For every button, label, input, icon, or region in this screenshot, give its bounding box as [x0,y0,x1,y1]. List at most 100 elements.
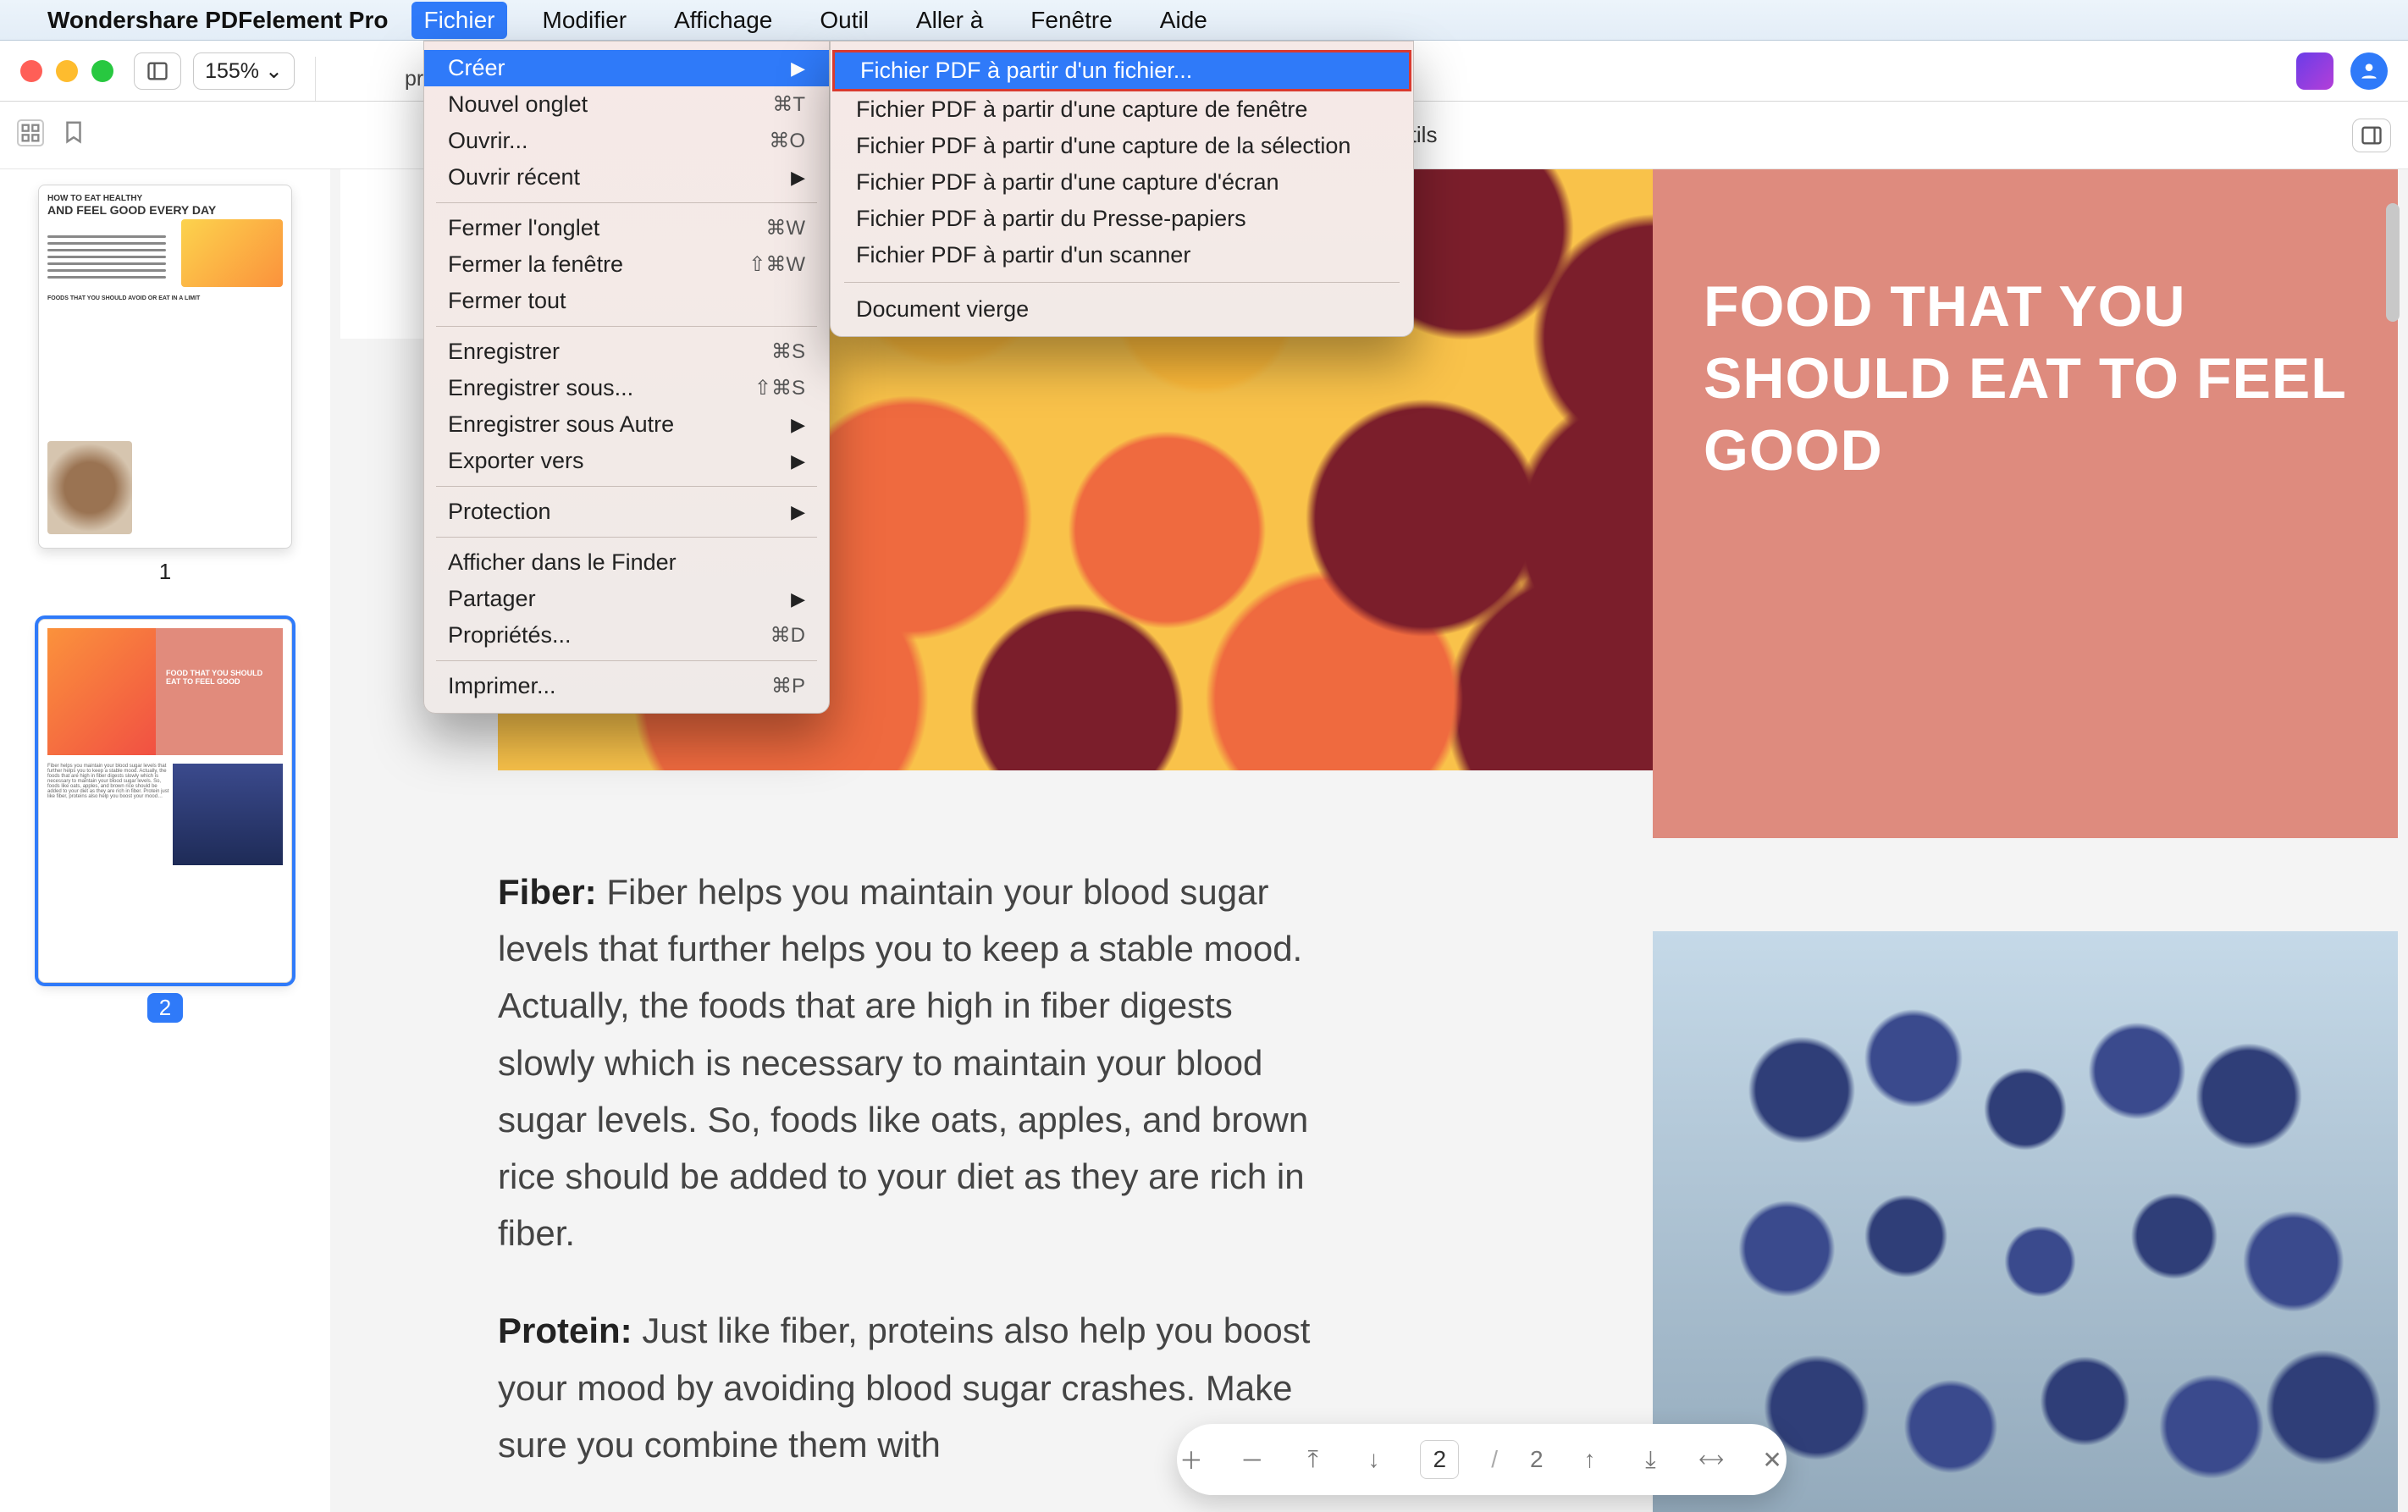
submenu-arrow-icon: ▶ [791,501,805,523]
panel-toggle-button[interactable] [2352,119,2391,152]
create-submenu-item-4[interactable]: Fichier PDF à partir du Presse-papiers [831,201,1413,237]
menu-aide[interactable]: Aide [1148,2,1219,39]
file-menu-label-18: Propriétés... [448,622,572,648]
file-menu-shortcut-2: ⌘O [769,129,805,153]
file-menu-item-0[interactable]: Créer▶ [424,50,829,86]
create-submenu-label-2: Fichier PDF à partir d'une capture de la… [856,133,1350,159]
file-menu-item-14[interactable]: Protection ▶ [424,494,829,530]
file-menu-item-1[interactable]: Nouvel onglet ⌘T [424,86,829,123]
create-submenu-label-5: Fichier PDF à partir d'un scanner [856,242,1190,268]
menu-fenetre[interactable]: Fenêtre [1019,2,1124,39]
app-tile-icon[interactable] [2296,52,2333,90]
page-navigator: ＋ － ⤒ ↓ 2 / 2 ↑ ⤓ ⤢ ✕ [1177,1424,1787,1495]
first-page-icon[interactable]: ⤒ [1299,1445,1328,1474]
thumbnail-grid-icon[interactable] [17,119,44,146]
file-menu-label-20: Imprimer... [448,673,556,699]
file-menu-item-20[interactable]: Imprimer... ⌘P [424,668,829,704]
file-menu-item-11[interactable]: Enregistrer sous Autre▶ [424,406,829,443]
thumb2-hero-title: FOOD THAT YOU SHOULD EAT TO FEEL GOOD [166,669,276,686]
sidebar-toggle-button[interactable] [134,52,181,90]
create-submenu-item-2[interactable]: Fichier PDF à partir d'une capture de la… [831,128,1413,164]
file-menu-item-7[interactable]: Fermer tout [424,283,829,319]
p2-label: Protein: [498,1311,632,1350]
p1-label: Fiber: [498,872,597,912]
menu-fichier[interactable]: Fichier [411,2,506,39]
submenu-arrow-icon: ▶ [791,450,805,472]
bookmark-icon[interactable] [61,119,86,151]
hero-color-block: FOOD THAT YOU SHOULD EAT TO FEEL GOOD [1653,169,2398,838]
prev-page-icon[interactable]: ↓ [1360,1445,1389,1474]
file-menu-shortcut-18: ⌘D [770,623,805,648]
file-menu-label-6: Fermer la fenêtre [448,251,623,278]
file-menu-item-3[interactable]: Ouvrir récent ▶ [424,159,829,196]
file-menu-label-7: Fermer tout [448,288,566,314]
file-menu-shortcut-10: ⇧⌘S [754,376,805,400]
file-menu-item-16[interactable]: Afficher dans le Finder [424,544,829,581]
create-submenu-label-0: Fichier PDF à partir d'un fichier... [860,58,1192,84]
submenu-arrow-icon: ▶ [791,58,805,80]
create-submenu-item-5[interactable]: Fichier PDF à partir d'un scanner [831,237,1413,273]
minimize-window-icon[interactable] [56,60,78,82]
create-submenu-item-3[interactable]: Fichier PDF à partir d'une capture d'écr… [831,164,1413,201]
create-submenu-item-7[interactable]: Document vierge [831,291,1413,328]
submenu-arrow-icon: ▶ [791,167,805,189]
menu-separator [436,537,817,538]
close-pager-icon[interactable]: ✕ [1758,1445,1787,1474]
file-menu-item-12[interactable]: Exporter vers ▶ [424,443,829,479]
menu-outil[interactable]: Outil [808,2,881,39]
user-avatar-icon[interactable] [2350,52,2388,90]
file-menu-item-2[interactable]: Ouvrir... ⌘O [424,123,829,159]
thumb-label-2-badge: 2 [147,993,183,1023]
menu-separator [436,202,817,203]
file-menu-label-16: Afficher dans le Finder [448,549,677,576]
app-name[interactable]: Wondershare PDFelement Pro [47,7,388,34]
zoom-out-icon[interactable]: － [1238,1445,1267,1474]
file-menu-label-17: Partager [448,586,536,612]
fit-page-icon[interactable]: ⤢ [1691,1439,1731,1480]
file-menu-item-9[interactable]: Enregistrer⌘S [424,334,829,370]
maximize-window-icon[interactable] [91,60,113,82]
p1-text: Fiber helps you maintain your blood suga… [498,872,1308,1253]
create-submenu-label-4: Fichier PDF à partir du Presse-papiers [856,206,1246,232]
create-submenu-item-1[interactable]: Fichier PDF à partir d'une capture de fe… [831,91,1413,128]
file-menu-label-3: Ouvrir récent [448,164,580,190]
menu-separator [436,326,817,327]
scrollbar-handle[interactable] [2386,203,2400,322]
mac-menubar: Wondershare PDFelement Pro Fichier Modif… [0,0,2408,41]
menu-separator [436,486,817,487]
thumb-label-2: 2 [22,993,308,1023]
page-thumbnail-1[interactable]: HOW TO EAT HEALTHY AND FEEL GOOD EVERY D… [38,185,292,549]
thumbnail-panel: HOW TO EAT HEALTHY AND FEEL GOOD EVERY D… [0,169,330,1512]
file-menu-label-12: Exporter vers [448,448,584,474]
current-page-input[interactable]: 2 [1420,1440,1459,1479]
menu-modifier[interactable]: Modifier [531,2,639,39]
file-menu-shortcut-6: ⇧⌘W [748,252,805,277]
last-page-icon[interactable]: ⤓ [1636,1445,1665,1474]
file-menu-shortcut-20: ⌘P [771,674,805,698]
file-menu-label-11: Enregistrer sous Autre [448,411,674,438]
zoom-dropdown[interactable]: 155% ⌄ [193,52,295,90]
zoom-in-icon[interactable]: ＋ [1177,1445,1206,1474]
file-menu-label-5: Fermer l'onglet [448,215,599,241]
next-page-icon[interactable]: ↑ [1576,1445,1604,1474]
page-thumbnail-2[interactable]: FOOD THAT YOU SHOULD EAT TO FEEL GOOD Fi… [38,619,292,983]
file-menu-label-14: Protection [448,499,551,525]
file-menu-shortcut-9: ⌘S [771,339,805,364]
menu-affichage[interactable]: Affichage [662,2,784,39]
traffic-lights [20,60,113,82]
create-submenu-item-0[interactable]: Fichier PDF à partir d'un fichier... [832,50,1411,91]
menu-allera[interactable]: Aller à [904,2,995,39]
file-menu-item-18[interactable]: Propriétés... ⌘D [424,617,829,654]
file-menu-item-10[interactable]: Enregistrer sous...⇧⌘S [424,370,829,406]
submenu-separator [844,282,1400,283]
file-menu-label-2: Ouvrir... [448,128,528,154]
create-submenu-label-3: Fichier PDF à partir d'une capture d'écr… [856,169,1279,196]
file-menu-item-17[interactable]: Partager ▶ [424,581,829,617]
file-menu-item-6[interactable]: Fermer la fenêtre ⇧⌘W [424,246,829,283]
file-menu-label-1: Nouvel onglet [448,91,588,118]
file-menu-shortcut-1: ⌘T [772,92,805,117]
close-window-icon[interactable] [20,60,42,82]
vertical-scrollbar[interactable] [2386,169,2403,1512]
submenu-arrow-icon: ▶ [791,588,805,610]
file-menu-item-5[interactable]: Fermer l'onglet⌘W [424,210,829,246]
